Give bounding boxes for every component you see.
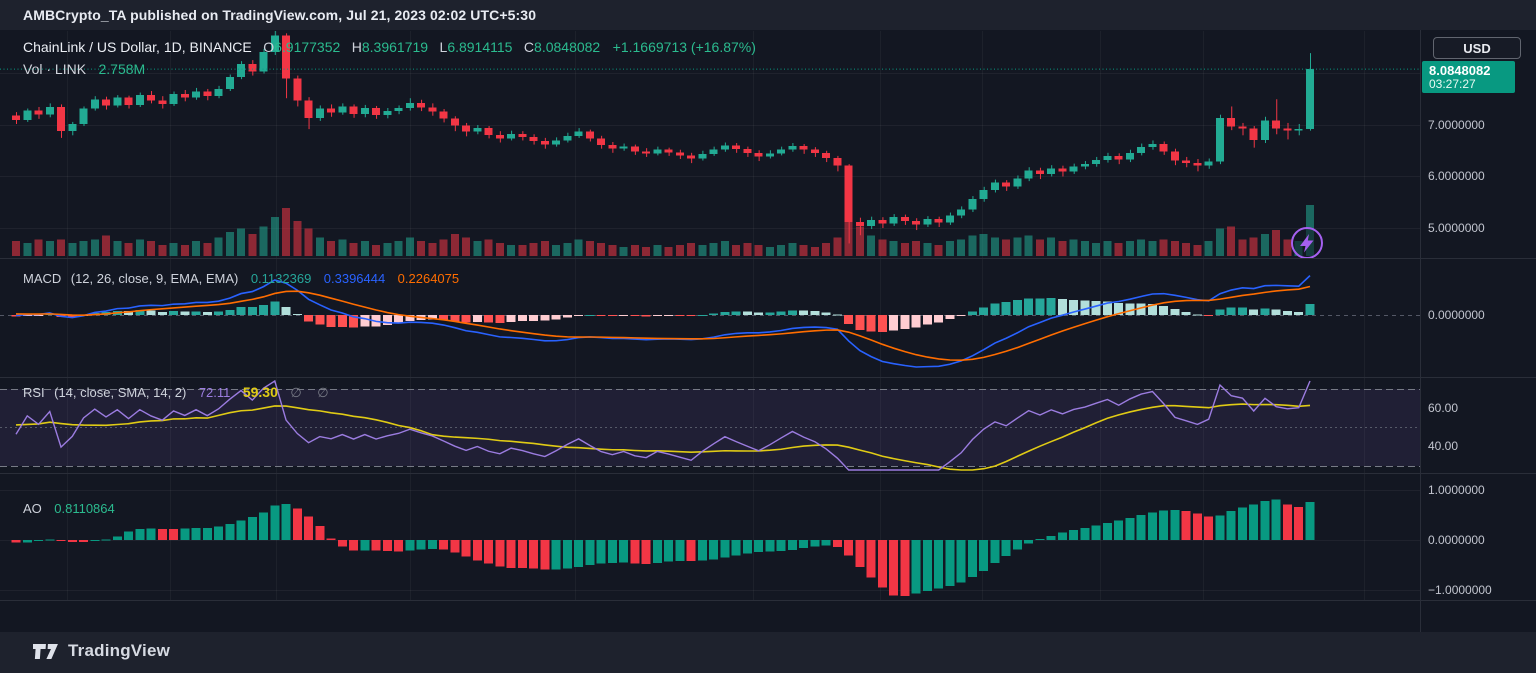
high-label: H bbox=[352, 39, 362, 55]
rsi-axis-label: 60.00 bbox=[1428, 401, 1458, 415]
rsi-name: RSI bbox=[23, 385, 45, 400]
ao-value: 0.8110864 bbox=[54, 501, 115, 516]
volume-legend: Vol · LINK 2.758M bbox=[23, 61, 145, 79]
current-price-value: 8.0848082 bbox=[1429, 63, 1515, 78]
close-label: C bbox=[524, 39, 534, 55]
tradingview-logo-text: TradingView bbox=[68, 641, 170, 661]
macd-signal-value: 0.2264075 bbox=[398, 271, 459, 286]
price-axis-label: 7.0000000 bbox=[1428, 118, 1485, 132]
tradingview-logo-icon bbox=[33, 643, 59, 660]
ao-legend: AO 0.8110864 bbox=[23, 500, 115, 518]
macd-hist-value: 0.1132369 bbox=[251, 271, 312, 286]
volume-label: Vol · LINK bbox=[23, 61, 86, 77]
rsi-value: 72.11 bbox=[199, 385, 231, 400]
volume-value: 2.758M bbox=[98, 61, 145, 77]
rsi-empty-plots: ∅ ∅ bbox=[290, 385, 334, 400]
rsi-ma-value: 59.30 bbox=[243, 384, 278, 400]
currency-toggle-button[interactable]: USD bbox=[1433, 37, 1521, 59]
macd-axis-label: 0.0000000 bbox=[1428, 308, 1485, 322]
chart-canvas[interactable] bbox=[0, 0, 1536, 673]
time-axis[interactable]: Apr1019May15Jun1221Jul1024 bbox=[0, 600, 1536, 632]
open-value: 6.9177352 bbox=[274, 39, 340, 55]
pane-separator[interactable] bbox=[0, 258, 1536, 259]
macd-legend: MACD (12, 26, close, 9, EMA, EMA) 0.1132… bbox=[23, 270, 459, 288]
tradingview-chart: AMBCrypto_TA published on TradingView.co… bbox=[0, 0, 1536, 673]
low-value: 6.8914115 bbox=[447, 39, 512, 55]
price-axis-separator bbox=[1420, 30, 1421, 632]
price-axis-label: 5.0000000 bbox=[1428, 221, 1485, 235]
bar-countdown: 03:27:27 bbox=[1429, 78, 1515, 91]
rsi-axis-label: 40.00 bbox=[1428, 439, 1458, 453]
macd-line-value: 0.3396444 bbox=[324, 271, 385, 286]
symbol-legend: ChainLink / US Dollar, 1D, BINANCE O6.91… bbox=[23, 39, 756, 57]
macd-params: (12, 26, close, 9, EMA, EMA) bbox=[71, 271, 239, 286]
pane-separator[interactable] bbox=[0, 377, 1536, 378]
symbol-title: ChainLink / US Dollar, 1D, BINANCE bbox=[23, 39, 252, 55]
high-value: 8.3961719 bbox=[362, 39, 428, 55]
change-value: +1.1669713 (+16.87%) bbox=[613, 39, 756, 55]
close-value: 8.0848082 bbox=[534, 39, 600, 55]
ao-axis-label: 1.0000000 bbox=[1428, 483, 1485, 497]
pane-separator[interactable] bbox=[0, 473, 1536, 474]
open-label: O bbox=[263, 39, 274, 55]
rsi-legend: RSI (14, close, SMA, 14, 2) 72.11 59.30 … bbox=[23, 384, 335, 402]
current-price-badge: 8.0848082 03:27:27 bbox=[1422, 61, 1515, 93]
macd-name: MACD bbox=[23, 271, 61, 286]
footer-bar: TradingView bbox=[0, 632, 1536, 673]
tradingview-logo[interactable]: TradingView bbox=[33, 641, 170, 661]
rsi-params: (14, close, SMA, 14, 2) bbox=[54, 385, 186, 400]
price-axis-label: 6.0000000 bbox=[1428, 169, 1485, 183]
ao-name: AO bbox=[23, 501, 42, 516]
ao-axis-label: −1.0000000 bbox=[1428, 583, 1492, 597]
ao-axis-label: 0.0000000 bbox=[1428, 533, 1485, 547]
